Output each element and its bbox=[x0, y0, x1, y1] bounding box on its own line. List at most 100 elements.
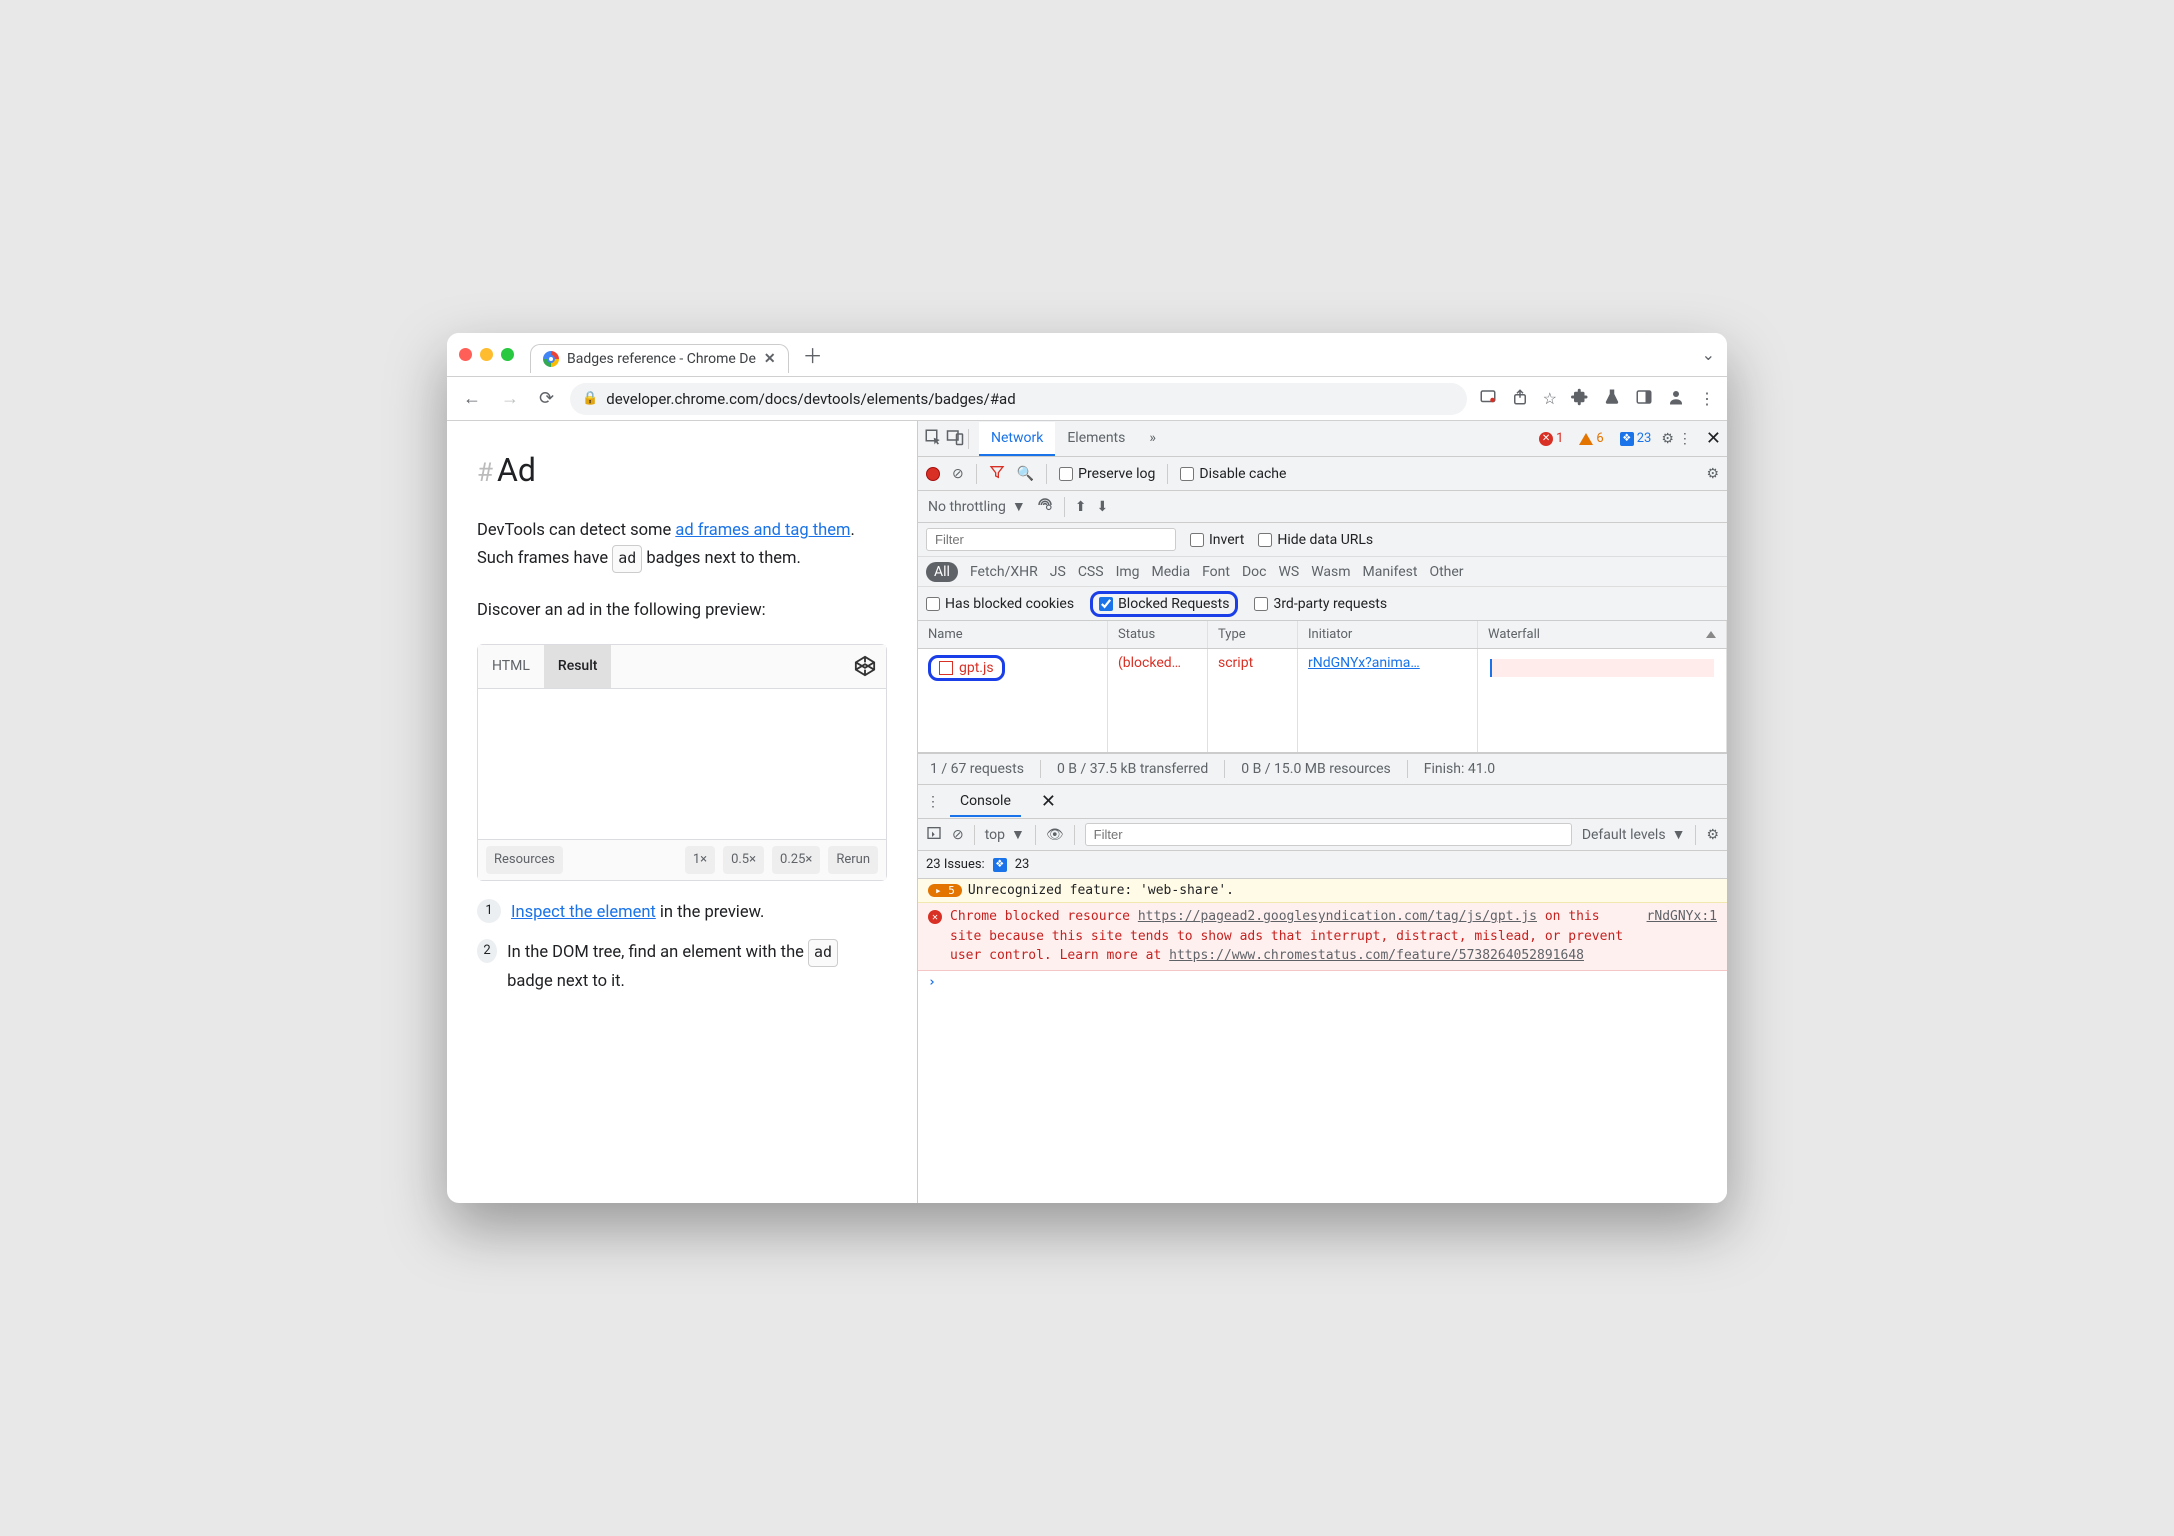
preserve-log-checkbox[interactable]: Preserve log bbox=[1059, 466, 1155, 482]
learn-more-link[interactable]: https://www.chromestatus.com/feature/573… bbox=[1169, 948, 1584, 963]
log-levels-dropdown[interactable]: Default levels ▼ bbox=[1582, 826, 1686, 843]
console-filter-input[interactable] bbox=[1085, 823, 1572, 846]
type-css[interactable]: CSS bbox=[1078, 564, 1104, 580]
share-icon[interactable] bbox=[1511, 388, 1529, 410]
blocked-requests-checkbox[interactable]: Blocked Requests bbox=[1099, 596, 1229, 612]
type-doc[interactable]: Doc bbox=[1242, 564, 1267, 580]
header-type[interactable]: Type bbox=[1208, 621, 1298, 648]
issues-count[interactable]: ❖23 bbox=[1614, 430, 1658, 447]
type-all[interactable]: All bbox=[926, 562, 958, 582]
blocked-url-link[interactable]: https://pagead2.googlesyndication.com/ta… bbox=[1138, 909, 1537, 924]
network-tab[interactable]: Network bbox=[979, 422, 1055, 456]
has-blocked-cookies-checkbox[interactable]: Has blocked cookies bbox=[926, 596, 1074, 612]
tabs-dropdown-icon[interactable]: ⌄ bbox=[1702, 345, 1715, 364]
url-field[interactable]: 🔒 developer.chrome.com/docs/devtools/ele… bbox=[570, 383, 1467, 415]
hide-data-urls-checkbox[interactable]: Hide data URLs bbox=[1258, 532, 1373, 548]
type-ws[interactable]: WS bbox=[1278, 564, 1299, 580]
header-name[interactable]: Name bbox=[918, 621, 1108, 648]
type-font[interactable]: Font bbox=[1202, 564, 1230, 580]
back-button[interactable]: ← bbox=[459, 386, 485, 411]
issues-bar[interactable]: 23 Issues: ❖23 bbox=[918, 851, 1727, 879]
clear-console-icon[interactable]: ⊘ bbox=[952, 827, 964, 843]
console-error-row[interactable]: ✕ Chrome blocked resource https://pagead… bbox=[918, 903, 1727, 971]
kebab-menu-icon[interactable]: ⋮ bbox=[1678, 431, 1692, 447]
zoom-025x[interactable]: 0.25× bbox=[772, 846, 820, 874]
console-tab[interactable]: Console bbox=[950, 787, 1021, 817]
minimize-window-button[interactable] bbox=[480, 348, 493, 361]
preview-iframe[interactable] bbox=[478, 689, 886, 839]
upload-har-icon[interactable]: ⬆ bbox=[1075, 499, 1087, 515]
sidepanel-icon[interactable] bbox=[1635, 388, 1653, 410]
bookmark-icon[interactable]: ☆ bbox=[1543, 389, 1557, 408]
type-manifest[interactable]: Manifest bbox=[1363, 564, 1418, 580]
ad-frames-link[interactable]: ad frames and tag them bbox=[675, 521, 850, 540]
elements-tab[interactable]: Elements bbox=[1055, 422, 1137, 456]
type-js[interactable]: JS bbox=[1050, 564, 1066, 580]
record-button[interactable] bbox=[926, 467, 940, 481]
type-fetch[interactable]: Fetch/XHR bbox=[970, 564, 1038, 580]
network-settings-icon[interactable]: ⚙ bbox=[1706, 466, 1719, 482]
close-devtools-icon[interactable]: ✕ bbox=[1706, 428, 1721, 449]
zoom-05x[interactable]: 0.5× bbox=[723, 846, 764, 874]
preview-tab-result[interactable]: Result bbox=[544, 645, 612, 689]
extensions-icon[interactable] bbox=[1571, 388, 1589, 410]
lock-icon: 🔒 bbox=[582, 391, 598, 406]
console-warning-row[interactable]: ▸ 5 Unrecognized feature: 'web-share'. bbox=[918, 879, 1727, 903]
search-icon[interactable]: 🔍 bbox=[1017, 466, 1034, 482]
type-media[interactable]: Media bbox=[1152, 564, 1191, 580]
toolbar-icons: ☆ ⋮ bbox=[1479, 388, 1715, 410]
error-count[interactable]: ✕1 bbox=[1533, 430, 1569, 447]
invert-checkbox[interactable]: Invert bbox=[1190, 532, 1244, 548]
maximize-window-button[interactable] bbox=[501, 348, 514, 361]
download-har-icon[interactable]: ⬇ bbox=[1096, 499, 1108, 515]
error-source-link[interactable]: rNdGNYx:1 bbox=[1647, 907, 1717, 966]
close-drawer-icon[interactable]: ✕ bbox=[1041, 791, 1056, 812]
labs-icon[interactable] bbox=[1603, 388, 1621, 410]
filter-input[interactable] bbox=[926, 528, 1176, 551]
codepen-icon[interactable] bbox=[854, 655, 876, 677]
header-status[interactable]: Status bbox=[1108, 621, 1208, 648]
inspect-link[interactable]: Inspect the element bbox=[511, 903, 656, 922]
menu-icon[interactable]: ⋮ bbox=[1699, 389, 1715, 408]
close-window-button[interactable] bbox=[459, 348, 472, 361]
throttling-dropdown[interactable]: No throttling ▼ bbox=[928, 498, 1026, 515]
install-icon[interactable] bbox=[1479, 388, 1497, 410]
table-row[interactable]: gpt.js (blocked… script rNdGNYx?anima… bbox=[918, 649, 1727, 687]
forward-button[interactable]: → bbox=[497, 386, 523, 411]
browser-tab[interactable]: Badges reference - Chrome De ✕ bbox=[530, 344, 789, 373]
type-img[interactable]: Img bbox=[1116, 564, 1140, 580]
more-tabs-icon[interactable]: » bbox=[1137, 422, 1168, 456]
error-icon: ✕ bbox=[928, 910, 942, 924]
preview-tab-html[interactable]: HTML bbox=[478, 645, 544, 689]
context-dropdown[interactable]: top ▼ bbox=[985, 826, 1025, 843]
chrome-favicon-icon bbox=[543, 351, 559, 367]
new-tab-button[interactable]: ＋ bbox=[803, 340, 823, 369]
console-menu-icon[interactable]: ⋮ bbox=[926, 794, 940, 810]
console-settings-icon[interactable]: ⚙ bbox=[1706, 827, 1719, 843]
expand-warn-icon[interactable]: ▸ 5 bbox=[928, 884, 962, 897]
profile-icon[interactable] bbox=[1667, 388, 1685, 410]
warning-count[interactable]: 6 bbox=[1573, 430, 1609, 447]
zoom-1x[interactable]: 1× bbox=[685, 846, 715, 874]
resources-button[interactable]: Resources bbox=[486, 846, 563, 874]
disable-cache-checkbox[interactable]: Disable cache bbox=[1180, 466, 1286, 482]
tab-close-icon[interactable]: ✕ bbox=[764, 351, 776, 367]
reload-button[interactable]: ⟳ bbox=[535, 386, 558, 411]
network-conditions-icon[interactable] bbox=[1036, 496, 1054, 518]
console-prompt[interactable]: › bbox=[918, 971, 1727, 994]
type-other[interactable]: Other bbox=[1429, 564, 1463, 580]
device-toggle-icon[interactable] bbox=[946, 428, 964, 450]
intro-paragraph: DevTools can detect some ad frames and t… bbox=[477, 517, 887, 573]
type-wasm[interactable]: Wasm bbox=[1311, 564, 1350, 580]
header-initiator[interactable]: Initiator bbox=[1298, 621, 1478, 648]
console-sidebar-icon[interactable] bbox=[926, 825, 942, 845]
rerun-button[interactable]: Rerun bbox=[828, 846, 878, 874]
settings-icon[interactable]: ⚙ bbox=[1661, 431, 1674, 447]
live-expression-icon[interactable]: 👁 bbox=[1046, 827, 1064, 843]
filter-checks-row: Has blocked cookies Blocked Requests 3rd… bbox=[918, 587, 1727, 621]
third-party-checkbox[interactable]: 3rd-party requests bbox=[1254, 596, 1387, 612]
header-waterfall[interactable]: Waterfall bbox=[1478, 621, 1727, 648]
filter-funnel-icon[interactable] bbox=[989, 464, 1005, 484]
clear-icon[interactable]: ⊘ bbox=[952, 466, 964, 482]
inspect-element-icon[interactable] bbox=[924, 428, 942, 450]
